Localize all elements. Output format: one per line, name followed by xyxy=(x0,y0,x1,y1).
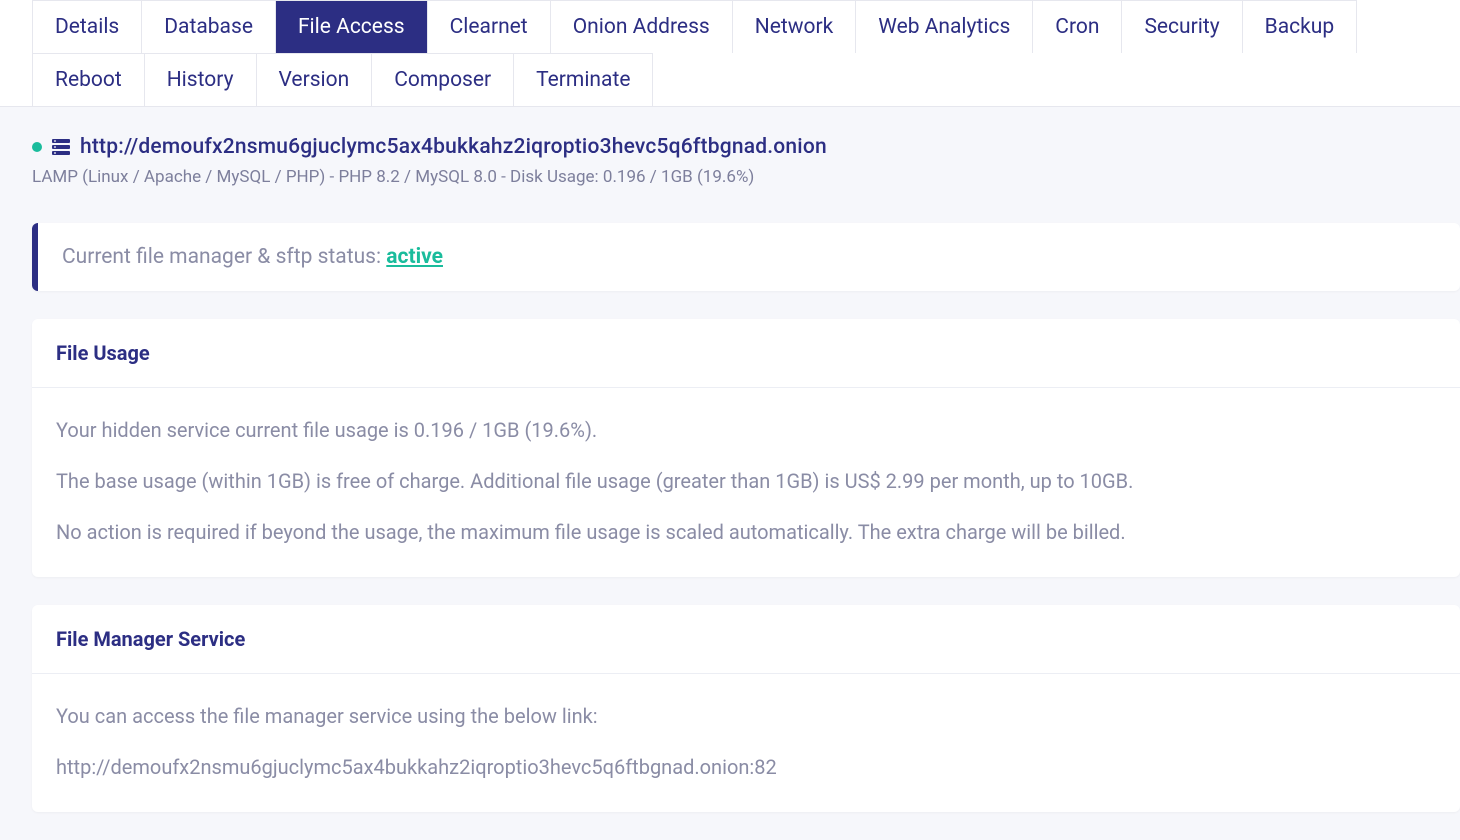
status-dot-icon xyxy=(32,142,42,152)
file-manager-intro: You can access the file manager service … xyxy=(56,702,1436,731)
host-url[interactable]: http://demoufx2nsmu6gjuclymc5ax4bukkahz2… xyxy=(80,135,827,159)
tab-security[interactable]: Security xyxy=(1121,0,1242,53)
file-usage-line-1: Your hidden service current file usage i… xyxy=(56,416,1436,445)
tabs-bar: Details Database File Access Clearnet On… xyxy=(0,0,1460,107)
panel-file-manager: File Manager Service You can access the … xyxy=(32,605,1460,812)
tab-backup[interactable]: Backup xyxy=(1242,0,1358,53)
tab-file-access[interactable]: File Access xyxy=(275,0,428,53)
status-label: Current file manager & sftp status: xyxy=(62,245,386,269)
tab-reboot[interactable]: Reboot xyxy=(32,53,145,106)
file-usage-line-3: No action is required if beyond the usag… xyxy=(56,518,1436,547)
file-manager-link[interactable]: http://demoufx2nsmu6gjuclymc5ax4bukkahz2… xyxy=(56,753,1436,782)
panel-file-usage: File Usage Your hidden service current f… xyxy=(32,319,1460,577)
tab-composer[interactable]: Composer xyxy=(371,53,514,106)
host-meta: LAMP (Linux / Apache / MySQL / PHP) - PH… xyxy=(32,167,1460,187)
file-usage-line-2: The base usage (within 1GB) is free of c… xyxy=(56,467,1436,496)
tab-web-analytics[interactable]: Web Analytics xyxy=(855,0,1033,53)
panel-body: Your hidden service current file usage i… xyxy=(32,388,1460,577)
panel-body: You can access the file manager service … xyxy=(32,674,1460,812)
status-value[interactable]: active xyxy=(386,245,443,269)
tab-database[interactable]: Database xyxy=(141,0,276,53)
panel-title-file-usage: File Usage xyxy=(56,341,1436,365)
panel-head: File Manager Service xyxy=(32,605,1460,674)
tab-version[interactable]: Version xyxy=(256,53,373,106)
host-line: http://demoufx2nsmu6gjuclymc5ax4bukkahz2… xyxy=(32,135,1460,159)
status-card: Current file manager & sftp status: acti… xyxy=(32,223,1460,291)
tab-clearnet[interactable]: Clearnet xyxy=(427,0,551,53)
tab-network[interactable]: Network xyxy=(732,0,857,53)
tab-terminate[interactable]: Terminate xyxy=(513,53,653,106)
server-icon xyxy=(52,139,70,155)
content-area: http://demoufx2nsmu6gjuclymc5ax4bukkahz2… xyxy=(0,107,1460,812)
tab-onion-address[interactable]: Onion Address xyxy=(550,0,733,53)
tab-history[interactable]: History xyxy=(144,53,257,106)
panel-title-file-manager: File Manager Service xyxy=(56,627,1436,651)
tab-details[interactable]: Details xyxy=(32,0,142,53)
tab-cron[interactable]: Cron xyxy=(1032,0,1122,53)
panel-head: File Usage xyxy=(32,319,1460,388)
